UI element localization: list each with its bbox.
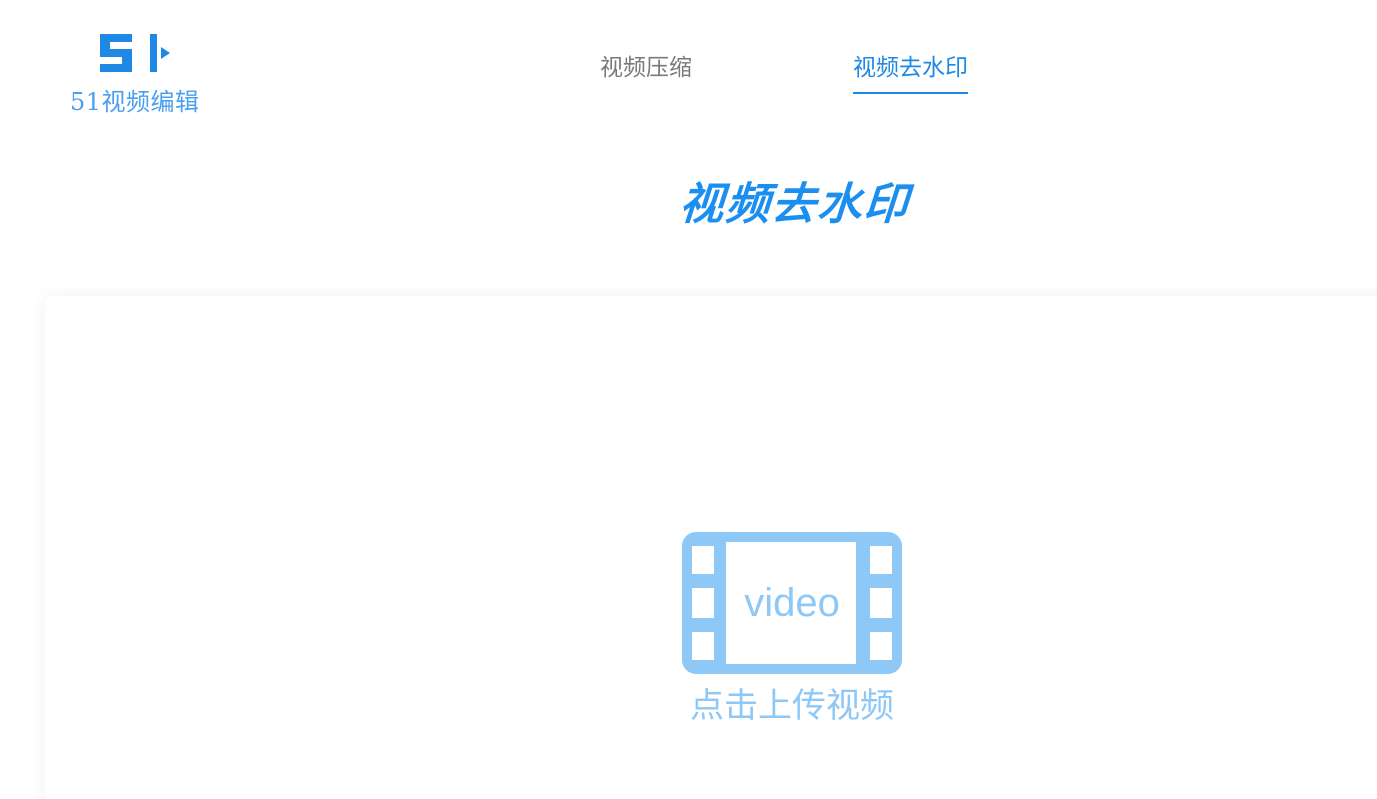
video-film-icon: video [682, 532, 902, 674]
upload-video-button[interactable]: video 点击上传视频 [682, 532, 902, 732]
logo-51-icon [100, 34, 170, 72]
page-title: 视频去水印 [677, 179, 912, 230]
nav-item-video-watermark-removal[interactable]: 视频去水印 [853, 48, 968, 94]
logo[interactable]: 51视频编辑 [66, 28, 216, 118]
logo-name: 51视频编辑 [70, 88, 200, 116]
video-icon-text: video [744, 581, 840, 625]
upload-card: video 点击上传视频 [45, 296, 1377, 799]
upload-label: 点击上传视频 [690, 686, 894, 726]
page: 51视频编辑 视频压缩 视频去水印 视频去水印 video 点击上传视频 [0, 0, 1377, 799]
nav-item-video-compress[interactable]: 视频压缩 [600, 48, 692, 92]
